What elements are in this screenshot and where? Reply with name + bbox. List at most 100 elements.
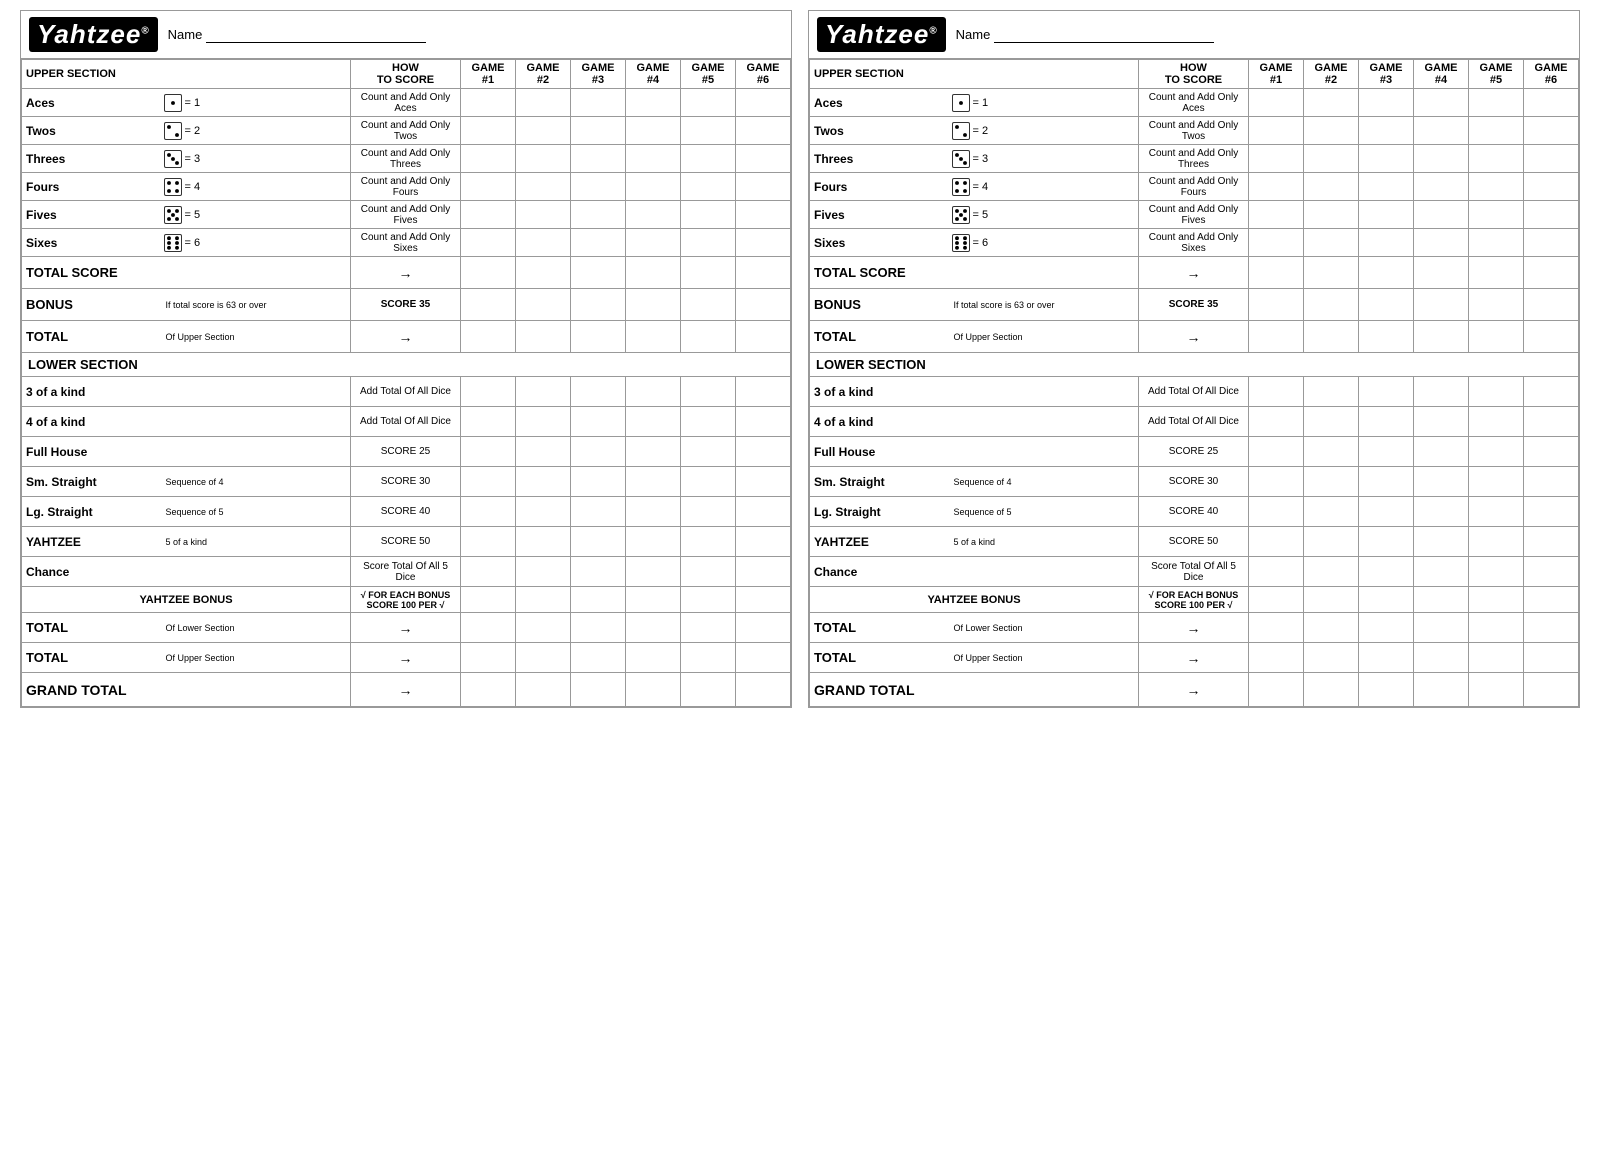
total-upper2-cell-2[interactable]	[1359, 643, 1414, 673]
total-score-cell-1[interactable]	[1304, 257, 1359, 289]
game-cell-upper-5-1[interactable]	[1304, 229, 1359, 257]
lower-cell-5-2[interactable]	[571, 527, 626, 557]
lower-cell-6-4[interactable]	[681, 557, 736, 587]
game-cell-upper-5-5[interactable]	[1524, 229, 1579, 257]
lower-cell-6-5[interactable]	[736, 557, 791, 587]
game-cell-upper-1-0[interactable]	[461, 117, 516, 145]
game-cell-upper-2-1[interactable]	[516, 145, 571, 173]
lower-cell-0-4[interactable]	[1469, 377, 1524, 407]
lower-cell-5-4[interactable]	[1469, 527, 1524, 557]
total-lower-cell-3[interactable]	[626, 613, 681, 643]
game-cell-upper-3-3[interactable]	[626, 173, 681, 201]
total-upper2-cell-1[interactable]	[1304, 643, 1359, 673]
lower-cell-5-1[interactable]	[516, 527, 571, 557]
lower-cell-3-3[interactable]	[626, 467, 681, 497]
lower-cell-5-1[interactable]	[1304, 527, 1359, 557]
lower-cell-2-3[interactable]	[626, 437, 681, 467]
lower-cell-6-0[interactable]	[461, 557, 516, 587]
total-upper-cell-4[interactable]	[681, 321, 736, 353]
grand-total-cell-1[interactable]	[516, 673, 571, 707]
total-lower-cell-1[interactable]	[516, 613, 571, 643]
total-score-cell-4[interactable]	[681, 257, 736, 289]
lower-cell-0-0[interactable]	[1249, 377, 1304, 407]
bonus-cell-0[interactable]	[461, 289, 516, 321]
total-score-cell-0[interactable]	[1249, 257, 1304, 289]
lower-cell-3-1[interactable]	[516, 467, 571, 497]
total-score-cell-0[interactable]	[461, 257, 516, 289]
total-upper2-cell-4[interactable]	[1469, 643, 1524, 673]
game-cell-upper-0-4[interactable]	[681, 89, 736, 117]
yahtzee-bonus-cell-0[interactable]	[461, 587, 516, 613]
total-upper-cell-0[interactable]	[461, 321, 516, 353]
total-upper2-cell-2[interactable]	[571, 643, 626, 673]
game-cell-upper-4-4[interactable]	[1469, 201, 1524, 229]
grand-total-cell-5[interactable]	[736, 673, 791, 707]
yahtzee-bonus-cell-2[interactable]	[571, 587, 626, 613]
lower-cell-3-4[interactable]	[681, 467, 736, 497]
game-cell-upper-3-0[interactable]	[1249, 173, 1304, 201]
lower-cell-4-3[interactable]	[1414, 497, 1469, 527]
total-lower-cell-3[interactable]	[1414, 613, 1469, 643]
lower-cell-6-1[interactable]	[516, 557, 571, 587]
lower-cell-3-2[interactable]	[571, 467, 626, 497]
lower-cell-4-1[interactable]	[1304, 497, 1359, 527]
total-upper2-cell-1[interactable]	[516, 643, 571, 673]
game-cell-upper-0-1[interactable]	[516, 89, 571, 117]
yahtzee-bonus-cell-1[interactable]	[1304, 587, 1359, 613]
grand-total-cell-0[interactable]	[461, 673, 516, 707]
lower-cell-1-5[interactable]	[1524, 407, 1579, 437]
grand-total-cell-2[interactable]	[571, 673, 626, 707]
lower-cell-2-2[interactable]	[1359, 437, 1414, 467]
game-cell-upper-0-3[interactable]	[1414, 89, 1469, 117]
lower-cell-3-2[interactable]	[1359, 467, 1414, 497]
grand-total-cell-4[interactable]	[1469, 673, 1524, 707]
bonus-cell-4[interactable]	[681, 289, 736, 321]
game-cell-upper-5-4[interactable]	[1469, 229, 1524, 257]
lower-cell-5-0[interactable]	[1249, 527, 1304, 557]
game-cell-upper-5-2[interactable]	[1359, 229, 1414, 257]
lower-cell-6-1[interactable]	[1304, 557, 1359, 587]
game-cell-upper-0-2[interactable]	[1359, 89, 1414, 117]
lower-cell-6-2[interactable]	[1359, 557, 1414, 587]
lower-cell-3-0[interactable]	[461, 467, 516, 497]
game-cell-upper-0-4[interactable]	[1469, 89, 1524, 117]
lower-cell-4-5[interactable]	[1524, 497, 1579, 527]
lower-cell-1-3[interactable]	[626, 407, 681, 437]
lower-cell-5-3[interactable]	[1414, 527, 1469, 557]
game-cell-upper-4-2[interactable]	[571, 201, 626, 229]
yahtzee-bonus-cell-4[interactable]	[1469, 587, 1524, 613]
lower-cell-1-4[interactable]	[1469, 407, 1524, 437]
game-cell-upper-3-0[interactable]	[461, 173, 516, 201]
lower-cell-0-1[interactable]	[1304, 377, 1359, 407]
total-upper2-cell-3[interactable]	[626, 643, 681, 673]
name-input-line[interactable]	[994, 27, 1214, 43]
lower-cell-0-3[interactable]	[626, 377, 681, 407]
lower-cell-1-0[interactable]	[461, 407, 516, 437]
yahtzee-bonus-cell-4[interactable]	[681, 587, 736, 613]
total-upper2-cell-0[interactable]	[1249, 643, 1304, 673]
lower-cell-0-2[interactable]	[1359, 377, 1414, 407]
yahtzee-bonus-cell-3[interactable]	[1414, 587, 1469, 613]
bonus-cell-1[interactable]	[1304, 289, 1359, 321]
game-cell-upper-2-0[interactable]	[1249, 145, 1304, 173]
total-upper-cell-1[interactable]	[516, 321, 571, 353]
bonus-cell-2[interactable]	[1359, 289, 1414, 321]
lower-cell-5-4[interactable]	[681, 527, 736, 557]
lower-cell-4-5[interactable]	[736, 497, 791, 527]
lower-cell-3-1[interactable]	[1304, 467, 1359, 497]
lower-cell-1-2[interactable]	[1359, 407, 1414, 437]
game-cell-upper-2-0[interactable]	[461, 145, 516, 173]
lower-cell-3-4[interactable]	[1469, 467, 1524, 497]
total-upper-cell-5[interactable]	[1524, 321, 1579, 353]
yahtzee-bonus-cell-5[interactable]	[1524, 587, 1579, 613]
game-cell-upper-1-3[interactable]	[626, 117, 681, 145]
total-lower-cell-2[interactable]	[1359, 613, 1414, 643]
total-lower-cell-5[interactable]	[736, 613, 791, 643]
game-cell-upper-4-0[interactable]	[1249, 201, 1304, 229]
lower-cell-5-2[interactable]	[1359, 527, 1414, 557]
lower-cell-5-5[interactable]	[1524, 527, 1579, 557]
bonus-cell-4[interactable]	[1469, 289, 1524, 321]
game-cell-upper-2-1[interactable]	[1304, 145, 1359, 173]
total-upper-cell-0[interactable]	[1249, 321, 1304, 353]
lower-cell-5-5[interactable]	[736, 527, 791, 557]
